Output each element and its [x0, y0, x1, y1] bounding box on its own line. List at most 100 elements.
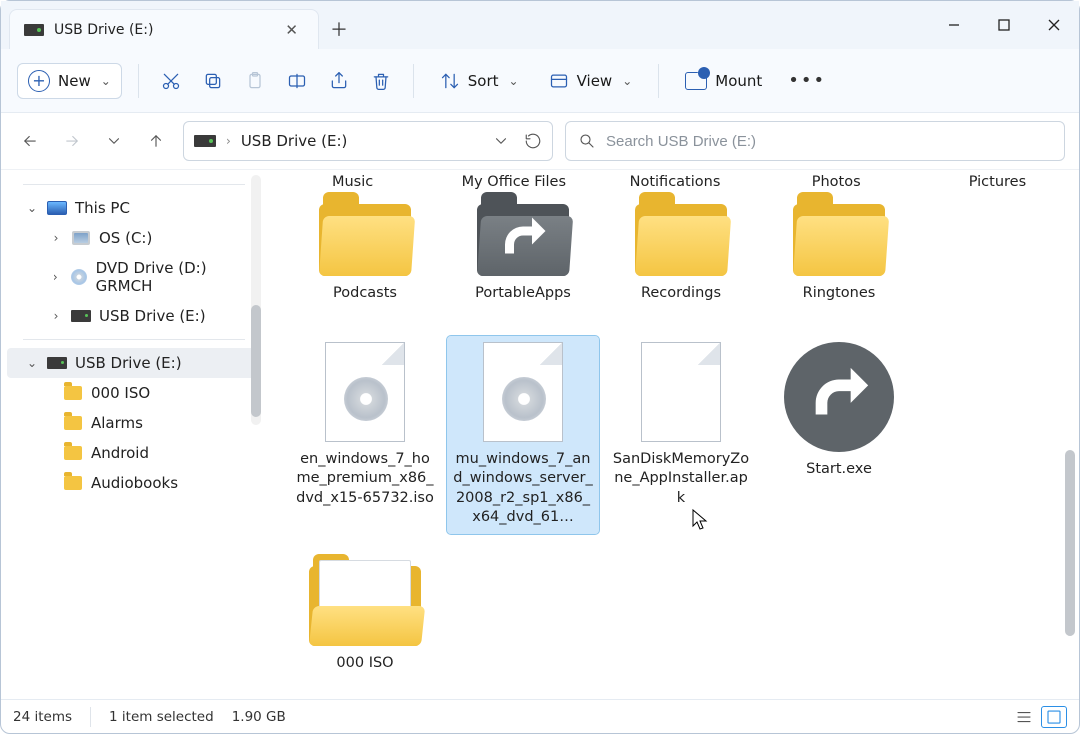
- sidebar-label: Android: [91, 444, 149, 462]
- new-tab-button[interactable]: ＋: [319, 9, 359, 49]
- new-button-label: New: [58, 72, 91, 90]
- chevron-down-icon[interactable]: ⌄: [25, 356, 39, 370]
- up-button[interactable]: [141, 126, 171, 156]
- address-bar[interactable]: › USB Drive (E:): [183, 121, 553, 161]
- item-label: en_windows_7_home_premium_x86_dvd_x15-65…: [295, 450, 435, 509]
- item-podcasts[interactable]: Podcasts: [289, 198, 441, 310]
- pc-icon: [47, 201, 67, 215]
- item-label: Recordings: [641, 284, 721, 304]
- item-label[interactable]: My Office Files: [450, 174, 577, 190]
- close-window-button[interactable]: [1029, 1, 1079, 49]
- usb-drive-icon: [24, 24, 44, 36]
- sidebar-item-000-iso[interactable]: 000 ISO: [7, 378, 261, 408]
- folder-icon: [64, 416, 82, 430]
- item-label: PortableApps: [475, 284, 571, 304]
- breadcrumb[interactable]: USB Drive (E:): [241, 132, 348, 150]
- status-item-count: 24 items: [13, 709, 72, 725]
- sidebar-item-usb-e-expanded[interactable]: ⌄ USB Drive (E:): [7, 348, 261, 378]
- delete-button[interactable]: [365, 65, 397, 97]
- folder-icon: [64, 476, 82, 490]
- sidebar-label: USB Drive (E:): [75, 354, 182, 372]
- usb-drive-icon: [194, 135, 216, 147]
- previous-row-labels: Music My Office Files Notifications Phot…: [289, 170, 1061, 192]
- tab-title: USB Drive (E:): [54, 22, 153, 38]
- sidebar-item-android[interactable]: Android: [7, 438, 261, 468]
- sidebar-label: DVD Drive (D:) GRMCH: [96, 259, 251, 295]
- dvd-icon: [71, 269, 87, 285]
- view-label: View: [577, 72, 613, 90]
- sidebar-item-os-c[interactable]: › OS (C:): [7, 223, 261, 253]
- sidebar: ⌄ This PC › OS (C:) › DVD Drive (D:) GRM…: [1, 170, 261, 699]
- item-en-windows-7-iso[interactable]: en_windows_7_home_premium_x86_dvd_x15-65…: [289, 336, 441, 534]
- search-input[interactable]: [606, 133, 1052, 150]
- sidebar-item-alarms[interactable]: Alarms: [7, 408, 261, 438]
- sidebar-label: Audiobooks: [91, 474, 178, 492]
- recent-locations-button[interactable]: [99, 126, 129, 156]
- large-icons-view-button[interactable]: [1041, 706, 1067, 728]
- item-start-exe[interactable]: Start.exe: [763, 336, 915, 534]
- close-tab-button[interactable]: ✕: [279, 17, 304, 43]
- sidebar-item-dvd-d[interactable]: › DVD Drive (D:) GRMCH: [7, 253, 261, 301]
- ellipsis-icon: •••: [788, 70, 826, 91]
- status-divider: [90, 707, 91, 727]
- chevron-right-icon[interactable]: ›: [49, 270, 62, 284]
- item-000-iso-folder[interactable]: 000 ISO: [289, 560, 441, 680]
- back-button[interactable]: [15, 126, 45, 156]
- item-sandisk-apk[interactable]: SanDiskMemoryZone_AppInstaller.apk: [605, 336, 757, 534]
- copy-button[interactable]: [197, 65, 229, 97]
- iso-file-icon: [325, 342, 405, 442]
- mount-icon: [685, 72, 707, 90]
- more-button[interactable]: •••: [782, 64, 832, 97]
- disk-icon: [72, 231, 90, 245]
- folder-icon: [319, 204, 411, 276]
- sidebar-item-audiobooks[interactable]: Audiobooks: [7, 468, 261, 498]
- usb-drive-icon: [47, 357, 67, 369]
- item-label: Ringtones: [803, 284, 876, 304]
- refresh-icon[interactable]: [524, 132, 542, 150]
- status-size: 1.90 GB: [232, 709, 286, 725]
- item-portableapps[interactable]: PortableApps: [447, 198, 599, 310]
- items-grid: Podcasts PortableApps Recordings Rington…: [289, 192, 1061, 679]
- mount-button[interactable]: Mount: [675, 66, 772, 96]
- chevron-down-icon[interactable]: [492, 132, 510, 150]
- tab-usb-drive[interactable]: USB Drive (E:) ✕: [9, 9, 319, 49]
- chevron-down-icon[interactable]: ⌄: [25, 201, 39, 215]
- minimize-button[interactable]: [929, 1, 979, 49]
- rename-button[interactable]: [281, 65, 313, 97]
- folder-preview-icon: [309, 566, 421, 646]
- folder-shortcut-icon: [477, 204, 569, 276]
- cut-button[interactable]: [155, 65, 187, 97]
- toolbar-divider: [658, 64, 659, 98]
- item-label[interactable]: Pictures: [934, 174, 1061, 190]
- nav-row: › USB Drive (E:): [1, 113, 1079, 169]
- body: ⌄ This PC › OS (C:) › DVD Drive (D:) GRM…: [1, 169, 1079, 699]
- chevron-right-icon[interactable]: ›: [49, 231, 63, 245]
- item-label[interactable]: Photos: [773, 174, 900, 190]
- maximize-button[interactable]: [979, 1, 1029, 49]
- content-scrollbar-thumb[interactable]: [1065, 450, 1075, 636]
- item-label: 000 ISO: [336, 654, 393, 674]
- exe-shortcut-icon: [784, 342, 894, 452]
- item-ringtones[interactable]: Ringtones: [763, 198, 915, 310]
- sidebar-item-usb-e[interactable]: › USB Drive (E:): [7, 301, 261, 331]
- view-button[interactable]: View ⌄: [539, 65, 643, 97]
- search-bar[interactable]: [565, 121, 1065, 161]
- sidebar-label: USB Drive (E:): [99, 307, 206, 325]
- folder-icon: [635, 204, 727, 276]
- item-label[interactable]: Notifications: [611, 174, 738, 190]
- item-mu-windows-7-iso[interactable]: mu_windows_7_and_windows_server_2008_r2_…: [447, 336, 599, 534]
- item-recordings[interactable]: Recordings: [605, 198, 757, 310]
- chevron-down-icon: ⌄: [101, 74, 111, 88]
- details-view-button[interactable]: [1011, 706, 1037, 728]
- sort-button[interactable]: Sort ⌄: [430, 65, 529, 97]
- forward-button[interactable]: [57, 126, 87, 156]
- sidebar-scrollbar-thumb[interactable]: [251, 305, 261, 417]
- toolbar-divider: [413, 64, 414, 98]
- item-label[interactable]: Music: [289, 174, 416, 190]
- status-bar: 24 items 1 item selected 1.90 GB: [1, 699, 1079, 733]
- paste-button[interactable]: [239, 65, 271, 97]
- sidebar-item-this-pc[interactable]: ⌄ This PC: [7, 193, 261, 223]
- new-button[interactable]: + New ⌄: [17, 63, 122, 99]
- chevron-right-icon[interactable]: ›: [49, 309, 63, 323]
- share-button[interactable]: [323, 65, 355, 97]
